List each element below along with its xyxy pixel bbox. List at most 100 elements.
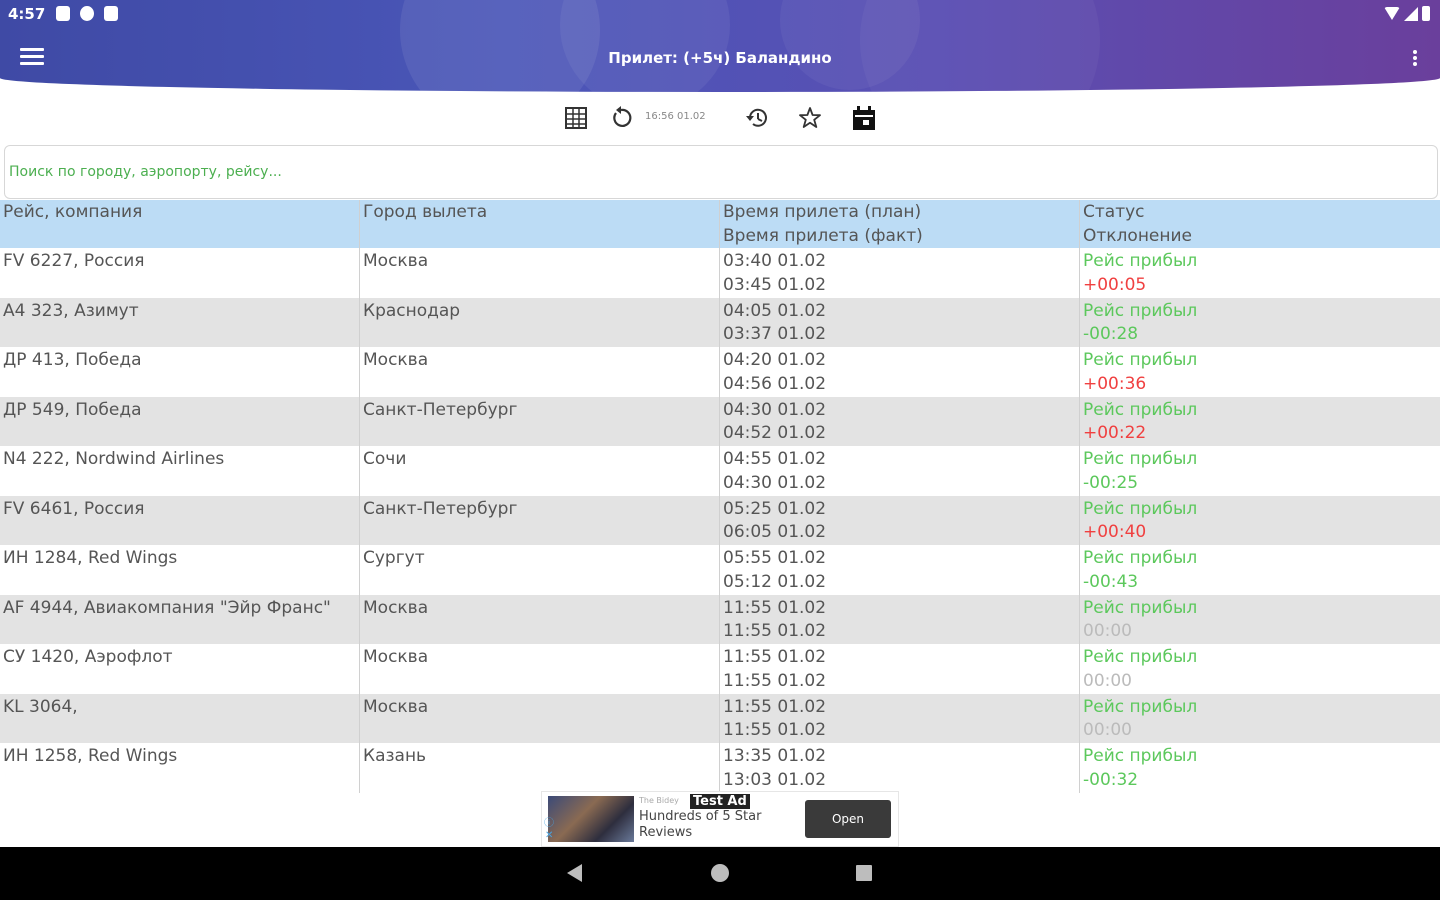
table-header-row: Рейс, компания Город вылета Время прилет…	[0, 200, 1440, 248]
actual-time: 03:45 01.02	[723, 274, 827, 295]
planned-time: 11:55 01.02	[723, 647, 827, 667]
calendar-icon[interactable]	[851, 104, 877, 132]
more-vert-icon[interactable]	[1412, 50, 1418, 68]
city-cell: Москва	[360, 347, 720, 397]
status-time: 4:57	[8, 5, 46, 23]
toolbar: 16:56 01.02	[0, 100, 1440, 136]
actual-time: 03:37 01.02	[723, 324, 827, 344]
table-row[interactable]: А4 323, Азимут Краснодар 04:05 01.02 03:37 …	[0, 297, 1440, 348]
table-row[interactable]: AF 4944, Авиакомпания "Эйр Франс" Москва 1…	[0, 594, 1440, 644]
table-grid-icon[interactable]	[563, 104, 589, 132]
notification-icons	[56, 6, 118, 21]
search-input[interactable]	[4, 145, 1438, 199]
deviation-text: 00:00	[1083, 670, 1132, 691]
flight-cell: ИН 1284, Red Wings	[0, 545, 360, 595]
status-cell: Рейс прибыл -00:28	[1080, 298, 1440, 348]
deviation-text: 00:00	[1083, 621, 1132, 641]
status-cell: Рейс прибыл -00:32	[1080, 743, 1440, 793]
table-row[interactable]: ДР 549, Победа Санкт-Петербург 04:30 01.02…	[0, 396, 1440, 447]
time-cell: 04:05 01.02 03:37 01.02	[720, 297, 1080, 347]
status-cell: Рейс прибыл -00:25	[1080, 446, 1440, 496]
ad-text: Hundreds of 5 Star Reviews	[639, 809, 762, 840]
planned-time: 05:55 01.02	[723, 548, 827, 568]
header-arrival-time[interactable]: Время прилета (план) Время прилета (факт)	[720, 200, 1080, 248]
planned-time: 04:55 01.02	[723, 449, 827, 469]
table-row[interactable]: FV 6461, Россия Санкт-Петербург 05:25 01.0…	[0, 495, 1440, 546]
actual-time: 04:30 01.02	[723, 472, 827, 493]
star-outline-icon[interactable]	[797, 104, 823, 132]
status-text: Рейс прибыл	[1083, 696, 1198, 717]
deviation-text: +00:05	[1083, 274, 1147, 295]
city-cell: Санкт-Петербург	[360, 495, 720, 545]
time-cell: 13:35 01.02 13:03 01.02	[720, 743, 1080, 793]
ad-open-button[interactable]: Open	[805, 800, 891, 838]
table-row[interactable]: ИН 1284, Red Wings Сургут 05:55 01.02 05:12…	[0, 545, 1440, 595]
city-cell: Москва	[360, 693, 720, 743]
home-icon[interactable]	[711, 864, 729, 882]
status-cell: Рейс прибыл -00:43	[1080, 545, 1440, 595]
page-title: Прилет: (+5ч) Баландино	[608, 49, 832, 67]
notification-icon	[80, 6, 94, 21]
status-text: Рейс прибыл	[1083, 746, 1198, 766]
refresh-icon[interactable]	[608, 104, 634, 132]
table-row[interactable]: FV 6227, Россия Москва 03:40 01.02 03:45 01…	[0, 248, 1440, 298]
recents-icon[interactable]	[856, 865, 872, 881]
flight-cell: СУ 1420, Аэрофлот	[0, 644, 360, 694]
sd-card-icon	[104, 6, 118, 21]
status-cell: Рейс прибыл +00:22	[1080, 397, 1440, 447]
signal-icon	[1404, 6, 1418, 21]
actual-time: 04:52 01.02	[723, 423, 827, 443]
table-body: FV 6227, Россия Москва 03:40 01.02 03:45 01…	[0, 248, 1440, 793]
ad-close-icon[interactable]: ✕	[545, 830, 553, 841]
status-text: Рейс прибыл	[1083, 597, 1198, 618]
table-row[interactable]: N4 222, Nordwind Airlines Сочи 04:55 01.02…	[0, 446, 1440, 496]
deviation-text: -00:43	[1083, 571, 1139, 592]
table-row[interactable]: ИН 1258, Red Wings Казань 13:35 01.02 13:03…	[0, 743, 1440, 793]
notification-icon	[56, 6, 70, 21]
actual-time: 05:12 01.02	[723, 571, 827, 592]
table-row[interactable]: ДР 413, Победа Москва 04:20 01.02 04:56 01.…	[0, 347, 1440, 397]
actual-time: 04:56 01.02	[723, 373, 827, 394]
flight-cell: FV 6461, Россия	[0, 495, 360, 545]
header-status[interactable]: Статус Отклонение	[1080, 200, 1440, 248]
top-header: 4:57 Прилет: (+5ч) Баландино	[0, 0, 1440, 92]
history-icon[interactable]	[744, 104, 770, 132]
deviation-text: +00:22	[1083, 423, 1147, 443]
time-cell: 05:25 01.02 06:05 01.02	[720, 495, 1080, 545]
status-text: Рейс прибыл	[1083, 300, 1198, 321]
status-text: Рейс прибыл	[1083, 350, 1198, 370]
planned-time: 03:40 01.02	[723, 251, 827, 271]
navigation-bar	[0, 847, 1440, 900]
planned-time: 04:05 01.02	[723, 300, 827, 321]
flight-cell: ИН 1258, Red Wings	[0, 743, 360, 793]
time-cell: 04:55 01.02 04:30 01.02	[720, 446, 1080, 496]
header-city[interactable]: Город вылета	[360, 200, 720, 248]
actual-time: 11:55 01.02	[723, 670, 827, 691]
status-bar: 4:57	[0, 0, 1440, 28]
status-cell: Рейс прибыл +00:40	[1080, 496, 1440, 546]
battery-icon	[1422, 6, 1430, 21]
time-cell: 11:55 01.02 11:55 01.02	[720, 594, 1080, 644]
header-flight[interactable]: Рейс, компания	[0, 200, 360, 248]
time-cell: 04:30 01.02 04:52 01.02	[720, 396, 1080, 446]
ad-brand: The Bidey	[639, 796, 679, 805]
system-icons	[1384, 6, 1430, 21]
ad-label: Test Ad	[690, 794, 750, 809]
table-row[interactable]: KL 3064, Москва 11:55 01.02 11:55 01.02 Рейс…	[0, 693, 1440, 744]
status-cell: Рейс прибыл +00:05	[1080, 248, 1440, 298]
actual-time: 11:55 01.02	[723, 621, 827, 641]
time-cell: 03:40 01.02 03:45 01.02	[720, 248, 1080, 298]
last-update-time: 16:56 01.02	[645, 111, 706, 122]
flight-cell: KL 3064,	[0, 693, 360, 743]
flight-cell: N4 222, Nordwind Airlines	[0, 446, 360, 496]
flights-table: Рейс, компания Город вылета Время прилет…	[0, 200, 1440, 793]
back-icon[interactable]	[567, 864, 582, 882]
ad-image[interactable]	[548, 796, 634, 842]
city-cell: Санкт-Петербург	[360, 396, 720, 446]
ad-info-icon[interactable]: ⓘ	[544, 814, 554, 829]
status-text: Рейс прибыл	[1083, 251, 1198, 271]
ad-banner[interactable]: ⓘ ✕ The Bidey Test Ad Hundreds of 5 Star…	[541, 791, 899, 847]
status-cell: Рейс прибыл 00:00	[1080, 694, 1440, 744]
table-row[interactable]: СУ 1420, Аэрофлот Москва 11:55 01.02 11:55 …	[0, 644, 1440, 694]
time-cell: 04:20 01.02 04:56 01.02	[720, 347, 1080, 397]
